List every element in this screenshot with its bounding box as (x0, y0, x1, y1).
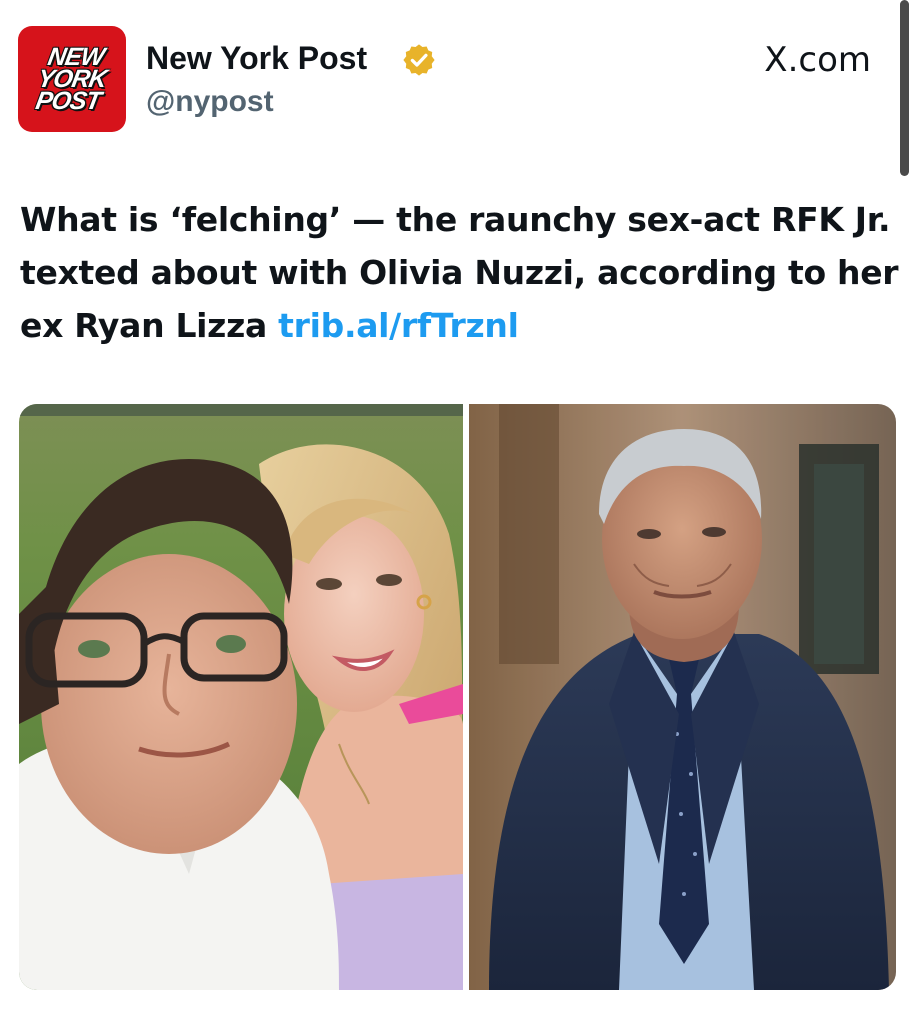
couple-selfie-photo[interactable] (19, 404, 463, 990)
verified-badge-icon (403, 44, 435, 76)
logo-line-post: POST (33, 87, 103, 115)
logo-wordmark: NEW YORK POST (18, 26, 126, 132)
post-media[interactable] (19, 404, 896, 990)
source-label: X.com (764, 40, 871, 80)
post-headline: What is ‘felching’ — the raunchy sex-act… (20, 193, 900, 352)
new-york-post-logo[interactable]: NEW YORK POST (18, 26, 126, 132)
account-name[interactable]: New York Post (146, 38, 367, 78)
headline-link[interactable]: trib.al/rfTrznl (278, 306, 519, 345)
rfk-jr-portrait-photo[interactable] (469, 404, 896, 990)
account-handle[interactable]: @nypost (146, 83, 274, 121)
scrollbar[interactable] (900, 0, 909, 176)
